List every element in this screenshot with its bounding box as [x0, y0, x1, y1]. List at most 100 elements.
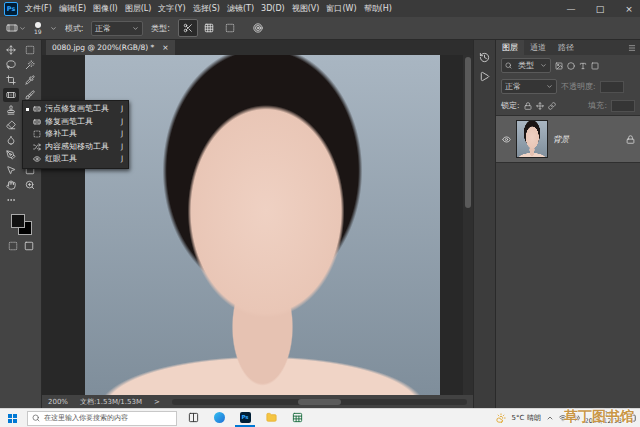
vertical-scrollbar[interactable] [463, 55, 473, 395]
blend-row: 正常不透明度: [496, 76, 640, 97]
chevron-up-icon[interactable] [546, 414, 554, 422]
shape-filter-icon[interactable] [591, 62, 599, 70]
search-icon [32, 414, 40, 422]
actions-icon[interactable] [479, 71, 490, 82]
tool-button[interactable] [3, 148, 19, 162]
spot-icon [33, 105, 41, 113]
weather[interactable]: 5°C 晴朗 [511, 413, 540, 423]
tool-button[interactable] [3, 88, 19, 102]
tool-button[interactable] [3, 58, 19, 72]
visibility-toggle[interactable] [501, 135, 511, 144]
menu-item[interactable]: 滤镜(T) [227, 3, 254, 14]
filter-select[interactable]: 类型 [501, 58, 551, 73]
tool-button[interactable] [3, 163, 19, 177]
brush-size-picker[interactable]: 19 [34, 22, 42, 35]
lock-icon[interactable] [524, 102, 532, 110]
menu-item[interactable]: 图层(L) [125, 3, 152, 14]
type-mode-button[interactable] [220, 19, 240, 37]
type-mode-button[interactable] [178, 19, 198, 37]
tool-button[interactable] [3, 193, 19, 207]
chevron-down-icon [540, 62, 547, 69]
horizontal-scrollbar[interactable] [172, 399, 467, 405]
fill-field[interactable] [611, 100, 635, 112]
flyout-item[interactable]: 内容感知移动工具J [23, 141, 128, 154]
start-button[interactable] [4, 414, 21, 423]
panel-icon-strip [473, 40, 495, 408]
volume-icon[interactable] [572, 414, 580, 422]
menu-item[interactable]: 编辑(E) [59, 3, 86, 14]
taskbar-app[interactable] [209, 409, 229, 427]
panel-tab[interactable]: 图层 [496, 40, 524, 55]
window-control[interactable]: × [618, 0, 640, 17]
tool-button[interactable] [22, 43, 38, 57]
sample-all-layers-button[interactable] [248, 19, 268, 37]
flyout-item[interactable]: 修补工具J [23, 128, 128, 141]
tool-button[interactable] [3, 43, 19, 57]
history-icon[interactable] [479, 52, 490, 63]
mode-select[interactable]: 正常 [91, 21, 143, 36]
status-arrow[interactable]: > [154, 398, 160, 406]
watermark: 草丁图书馆 [564, 408, 634, 426]
folder-icon [266, 412, 277, 423]
tool-button[interactable] [22, 58, 38, 72]
excel-icon [292, 412, 303, 423]
quick-mask-icon[interactable] [8, 241, 18, 251]
lock-position-icon[interactable] [536, 102, 544, 110]
fill-label: 填充: [588, 101, 607, 111]
close-tab-button[interactable]: × [162, 43, 168, 52]
adjustment-filter-icon[interactable] [567, 62, 575, 70]
taskbar-app[interactable] [287, 409, 307, 427]
menu-item[interactable]: 选择(S) [193, 3, 220, 14]
opacity-field[interactable] [600, 81, 624, 93]
eye-icon [502, 135, 511, 144]
window-control[interactable]: □ [589, 0, 611, 17]
color-swatches[interactable] [9, 213, 33, 235]
blend-select[interactable]: 正常 [501, 79, 557, 94]
taskbar-app[interactable]: Ps [235, 409, 255, 427]
tool-button[interactable] [3, 133, 19, 147]
layer-lock[interactable] [626, 135, 635, 144]
menu-item[interactable]: 文字(Y) [158, 3, 185, 14]
scroll-thumb[interactable] [465, 57, 471, 208]
layer-row[interactable]: 背景 [496, 115, 640, 163]
tool-button[interactable] [3, 178, 19, 192]
flyout-item[interactable]: 修复画笔工具J [23, 116, 128, 129]
flyout-item[interactable]: 污点修复画笔工具J [23, 103, 128, 116]
window-control[interactable]: — [560, 0, 582, 17]
foreground-color[interactable] [11, 214, 25, 228]
menu-item[interactable]: 视图(V) [292, 3, 320, 14]
taskbar-search[interactable]: 在这里输入你要搜索的内容 [27, 411, 177, 426]
menu-item[interactable]: 3D(D) [261, 4, 285, 13]
wifi-icon[interactable] [559, 414, 567, 422]
type-filter-icon[interactable] [579, 62, 587, 70]
menu-item[interactable]: 帮助(H) [364, 3, 392, 14]
link-icon[interactable] [548, 102, 556, 110]
tool-button[interactable] [22, 73, 38, 87]
panel-tab[interactable]: 路径 [552, 40, 580, 55]
menu-item[interactable]: 文件(F) [25, 3, 52, 14]
taskbar-app[interactable] [183, 409, 203, 427]
panel-menu[interactable] [628, 40, 640, 55]
tool-button[interactable] [3, 118, 19, 132]
texture-icon [204, 23, 214, 33]
zoom-level[interactable]: 200% [48, 398, 68, 406]
menu-item[interactable]: 图像(I) [93, 3, 118, 14]
type-mode-button[interactable] [199, 19, 219, 37]
flyout-item[interactable]: 红眼工具J [23, 153, 128, 166]
pixel-filter-icon[interactable] [555, 62, 563, 70]
notification-icon[interactable] [627, 414, 636, 423]
screen-mode-icon[interactable] [24, 241, 34, 251]
shortcut: J [113, 104, 123, 115]
document-tab[interactable]: 0080.jpg @ 200%(RGB/8) *× [46, 40, 175, 55]
tool-button[interactable] [3, 103, 19, 117]
shortcut: J [113, 129, 123, 140]
scroll-thumb[interactable] [298, 399, 342, 405]
clock[interactable]: 16:102021/12/18 [585, 411, 622, 425]
tool-button[interactable] [22, 178, 38, 192]
tool-button[interactable] [3, 73, 19, 87]
menu-item[interactable]: 窗口(W) [326, 3, 356, 14]
tool-preset-picker[interactable] [6, 22, 26, 34]
shortcut: J [113, 142, 123, 153]
taskbar-app[interactable] [261, 409, 281, 427]
panel-tab[interactable]: 通道 [524, 40, 552, 55]
